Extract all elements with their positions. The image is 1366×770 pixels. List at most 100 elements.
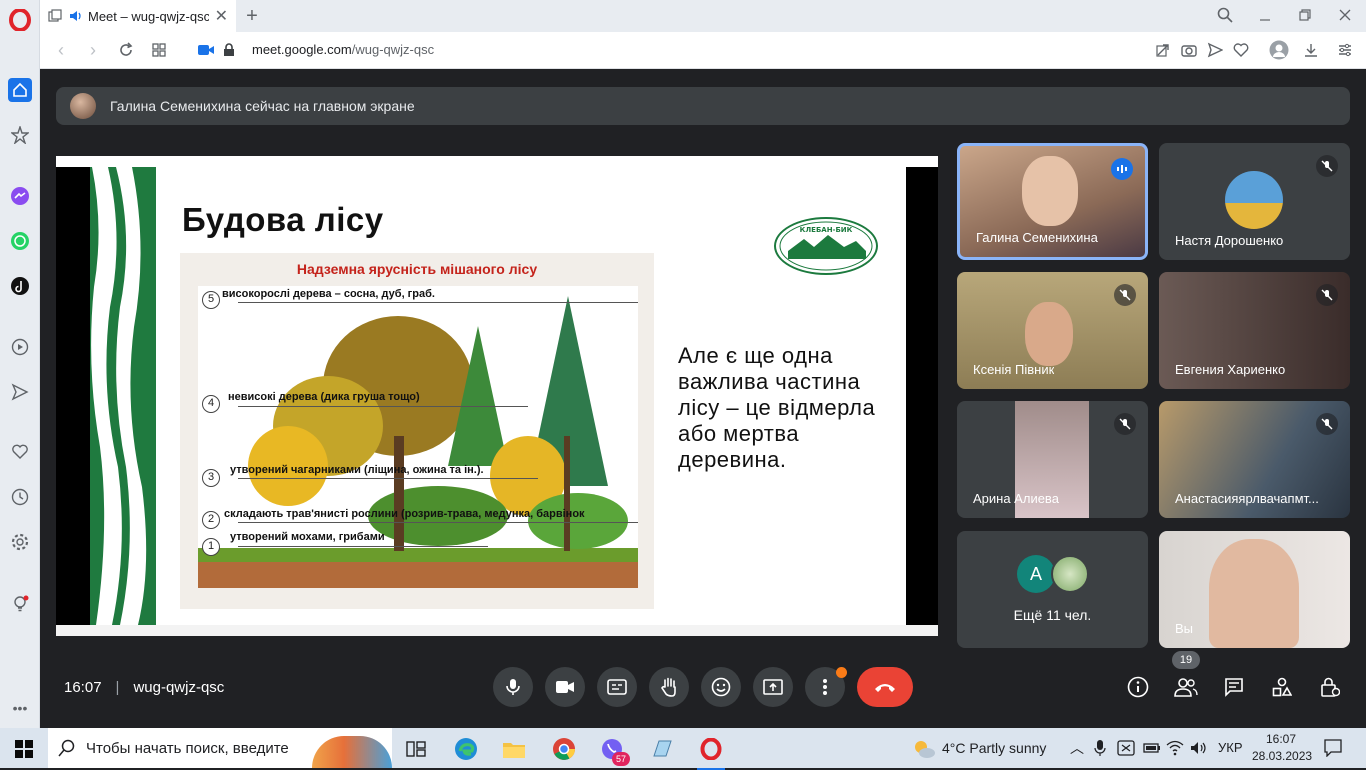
reload-icon[interactable] (117, 41, 135, 59)
participant-tile[interactable]: Ксенія Півник (957, 272, 1148, 389)
back-icon[interactable]: ‹ (52, 40, 70, 60)
participant-tile[interactable]: Анастасияярлвачапмт... (1159, 401, 1350, 518)
chrome-icon[interactable] (548, 734, 580, 764)
speaker-icon[interactable] (68, 9, 82, 23)
captions-button[interactable] (597, 667, 637, 707)
participant-tile[interactable]: Арина Алиева (957, 401, 1148, 518)
close-window-icon[interactable] (1336, 6, 1354, 24)
school-logo: КЛЕБАН-БИК (774, 217, 878, 275)
share-icon[interactable] (1154, 41, 1172, 59)
easy-setup-icon[interactable] (1336, 41, 1354, 59)
start-windows-icon[interactable] (8, 734, 40, 764)
bookmark-heart-icon[interactable] (1232, 41, 1250, 59)
presenter-banner-text: Галина Семенихина сейчас на главном экра… (110, 98, 415, 114)
leave-call-button[interactable] (857, 667, 913, 707)
participant-avatar-letter: А (1017, 555, 1055, 593)
messenger-icon[interactable] (8, 184, 32, 208)
participant-tile[interactable]: Галина Семенихина (957, 143, 1148, 260)
weather-text[interactable]: 4°C Partly sunny (942, 740, 1046, 756)
presenter-avatar (70, 93, 96, 119)
opera-taskbar-icon[interactable] (695, 734, 727, 770)
chat-button[interactable] (1222, 675, 1246, 699)
layer-number: 5 (202, 291, 220, 309)
ppt-status-bar (56, 625, 938, 636)
picture-title: Надземна ярусність мішаного лісу (296, 261, 538, 277)
participant-avatar (1225, 171, 1283, 229)
participant-name: Вы (1175, 621, 1194, 636)
more-participants-tile[interactable]: А Ещё 11 чел. (957, 531, 1148, 648)
volume-icon[interactable] (1190, 740, 1208, 761)
search-highlight-image (312, 736, 392, 768)
notification-dot (836, 667, 847, 678)
send-icon[interactable] (8, 380, 32, 404)
lock-person-icon (1321, 677, 1340, 697)
participant-video (1022, 156, 1078, 226)
layer-text: невисокі дерева (дика груша тощо) (228, 391, 420, 403)
present-screen-button[interactable] (753, 667, 793, 707)
tabs-grid-icon[interactable] (150, 41, 168, 59)
taskbar-search[interactable]: Чтобы начать поиск, введите (48, 728, 392, 768)
microphone-button[interactable] (493, 667, 533, 707)
input-language[interactable]: УКР (1218, 740, 1243, 755)
notepad-icon[interactable] (646, 734, 678, 764)
separator: | (115, 679, 120, 696)
tray-camera-icon[interactable] (1117, 740, 1135, 761)
settings-gear-icon[interactable] (8, 530, 32, 554)
info-icon (1127, 676, 1149, 698)
ppt-window-titlebar (56, 156, 938, 167)
task-view-icon[interactable] (400, 734, 432, 764)
weather-partly-sunny-icon[interactable] (908, 734, 940, 764)
more-dots-icon[interactable]: ••• (8, 696, 32, 720)
search-tabs-icon[interactable] (1216, 6, 1234, 24)
meeting-info-button[interactable] (1126, 675, 1150, 699)
download-icon[interactable] (1302, 41, 1320, 59)
camera-button[interactable] (545, 667, 585, 707)
notifications-icon[interactable] (1324, 739, 1342, 762)
people-button[interactable]: 19 (1172, 651, 1200, 699)
host-controls-button[interactable] (1318, 675, 1342, 699)
shared-screen[interactable]: Будова лісу КЛЕБАН-БИК Надземна ярусніст… (56, 156, 938, 636)
url-field[interactable]: meet.google.com/wug-qwjz-qsc (252, 42, 434, 57)
show-hidden-icons-chevron-icon[interactable]: ︿ (1070, 738, 1084, 758)
layer-text: складають трав'янисті рослини (розрив-тр… (224, 508, 585, 520)
minimize-icon[interactable] (1256, 8, 1274, 26)
snapshot-camera-icon[interactable] (1180, 41, 1198, 59)
edge-browser-icon[interactable] (450, 734, 482, 764)
layer-text: утворений мохами, грибами (230, 531, 385, 543)
player-icon[interactable] (8, 335, 32, 359)
taskbar-clock[interactable]: 16:07 28.03.2023 (1252, 731, 1312, 765)
activities-button[interactable] (1270, 675, 1294, 699)
profile-avatar-icon[interactable] (1269, 40, 1289, 60)
participant-avatar (1051, 555, 1089, 593)
self-view-tile[interactable]: Вы (1159, 531, 1350, 648)
lock-icon[interactable] (220, 41, 238, 59)
opera-logo-icon[interactable] (8, 8, 32, 32)
tab-windows-icon (48, 9, 62, 22)
tab-close-icon[interactable]: ✕ (215, 6, 228, 26)
restore-icon[interactable] (1296, 6, 1314, 24)
heart-icon[interactable] (8, 440, 32, 464)
forward-icon[interactable]: › (84, 40, 102, 60)
new-tab-plus-icon[interactable]: + (243, 5, 261, 27)
raise-hand-button[interactable] (649, 667, 689, 707)
send-to-icon[interactable] (1206, 41, 1224, 59)
more-options-button[interactable] (805, 667, 847, 707)
speed-dial-icon[interactable] (8, 123, 32, 147)
slide-body-text: Але є ще одна важлива частина лісу – це … (678, 343, 876, 472)
file-explorer-icon[interactable] (498, 734, 530, 764)
tab-meet[interactable]: Meet – wug-qwjz-qsc ✕ (40, 0, 236, 32)
wifi-icon[interactable] (1166, 740, 1184, 761)
participant-tile[interactable]: Евгения Хариенко (1159, 272, 1350, 389)
participant-tile[interactable]: Настя Дорошенко (1159, 143, 1350, 260)
camera-in-use-icon[interactable] (197, 41, 215, 59)
mic-off-icon (1316, 284, 1338, 306)
reactions-button[interactable] (701, 667, 741, 707)
battery-icon[interactable] (1142, 740, 1162, 761)
history-icon[interactable] (8, 485, 32, 509)
whatsapp-icon[interactable] (8, 229, 32, 253)
home-icon[interactable] (8, 78, 32, 102)
tiktok-icon[interactable] (8, 274, 32, 298)
tray-microphone-icon[interactable] (1094, 740, 1106, 761)
viber-icon[interactable]: 57 (596, 734, 630, 766)
lightbulb-icon[interactable] (8, 592, 32, 616)
